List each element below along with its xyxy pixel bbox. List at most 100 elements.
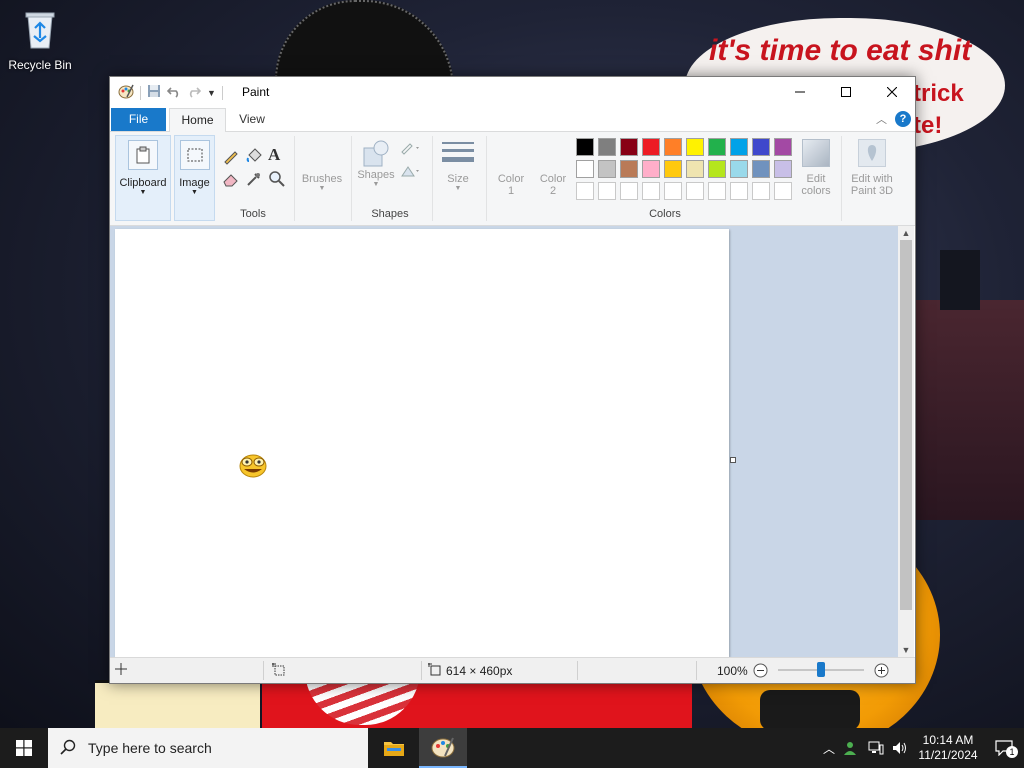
edit-with-paint3d-button[interactable]: Edit with Paint 3D	[846, 135, 898, 197]
palette-swatch[interactable]	[620, 138, 638, 156]
palette-swatch[interactable]	[752, 138, 770, 156]
windows-logo-icon	[16, 740, 32, 756]
pencil-tool[interactable]	[222, 147, 240, 165]
palette-swatch[interactable]	[774, 138, 792, 156]
shapes-button[interactable]: Shapes ▼	[356, 135, 396, 189]
palette-swatch[interactable]	[708, 160, 726, 178]
drawing-canvas[interactable]	[115, 229, 729, 657]
status-separator	[421, 661, 422, 680]
taskbar-file-explorer[interactable]	[370, 728, 418, 768]
brushes-label: Brushes	[301, 173, 343, 185]
tab-file[interactable]: File	[111, 108, 166, 131]
brushes-icon	[298, 135, 346, 173]
title-bar[interactable]: ▼ Paint	[110, 77, 915, 107]
zoom-out-icon[interactable]	[753, 663, 768, 681]
volume-icon[interactable]	[888, 741, 912, 755]
palette-swatch-empty[interactable]	[774, 182, 792, 200]
qat-separator	[140, 85, 141, 100]
help-icon[interactable]: ?	[895, 111, 911, 127]
palette-swatch[interactable]	[664, 138, 682, 156]
minimize-ribbon-icon[interactable]: ︿	[876, 111, 887, 127]
image-button[interactable]: Image ▼	[174, 135, 215, 221]
color2-swatch	[534, 135, 572, 173]
network-icon[interactable]	[864, 741, 888, 755]
zoom-in-icon[interactable]	[874, 663, 889, 681]
maximize-button[interactable]	[823, 77, 869, 107]
palette-swatch[interactable]	[598, 160, 616, 178]
color2-button[interactable]: Color 2	[534, 135, 572, 197]
magnifier-icon	[269, 171, 285, 187]
color1-button[interactable]: Color 1	[492, 135, 530, 197]
palette-swatch[interactable]	[752, 160, 770, 178]
scroll-up-icon[interactable]: ▲	[898, 226, 914, 240]
zoom-slider-thumb[interactable]	[817, 662, 825, 677]
paint-app-icon[interactable]	[118, 83, 134, 102]
palette-swatch-empty[interactable]	[664, 182, 682, 200]
taskbar-search-box[interactable]: Type here to search	[48, 728, 368, 768]
palette-swatch-empty[interactable]	[576, 182, 594, 200]
clipboard-button[interactable]: Clipboard ▼	[115, 135, 171, 221]
palette-swatch[interactable]	[686, 160, 704, 178]
save-icon[interactable]	[147, 84, 161, 101]
magnifier-tool[interactable]	[268, 170, 286, 188]
close-button[interactable]	[869, 77, 915, 107]
edit-colors-label-line2: colors	[801, 185, 831, 197]
palette-swatch-empty[interactable]	[620, 182, 638, 200]
palette-swatch[interactable]	[730, 160, 748, 178]
palette-swatch[interactable]	[576, 160, 594, 178]
scroll-down-icon[interactable]: ▼	[898, 643, 914, 657]
undo-icon[interactable]	[166, 84, 181, 101]
minimize-button[interactable]	[777, 77, 823, 107]
edit-colors-button[interactable]: Edit colors	[796, 135, 836, 197]
action-center-button[interactable]: 1	[984, 740, 1024, 758]
palette-swatch-empty[interactable]	[598, 182, 616, 200]
palette-swatch-empty[interactable]	[752, 182, 770, 200]
palette-swatch-empty[interactable]	[686, 182, 704, 200]
show-hidden-icons-icon[interactable]: ︿	[818, 740, 840, 757]
group-separator	[486, 136, 487, 221]
size-button[interactable]: Size ▼	[438, 135, 478, 193]
system-tray: ︿ 10:14 AM 11/21/2024 1	[818, 728, 1024, 768]
eraser-tool[interactable]	[222, 170, 240, 188]
palette-swatch[interactable]	[730, 138, 748, 156]
clock[interactable]: 10:14 AM 11/21/2024	[912, 733, 984, 763]
brushes-button[interactable]: Brushes ▼	[298, 135, 346, 193]
palette-swatch[interactable]	[774, 160, 792, 178]
palette-swatch[interactable]	[686, 138, 704, 156]
palette-swatch[interactable]	[576, 138, 594, 156]
palette-swatch[interactable]	[642, 138, 660, 156]
start-button[interactable]	[0, 728, 48, 768]
customize-qat-icon[interactable]: ▼	[207, 88, 216, 98]
color-picker-tool[interactable]	[245, 170, 263, 188]
scrollbar-thumb[interactable]	[900, 240, 912, 610]
text-icon: A	[268, 145, 281, 164]
palette-swatch[interactable]	[620, 160, 638, 178]
people-icon[interactable]	[840, 741, 864, 755]
ribbon-tabs: File Home View ︿ ?	[110, 108, 915, 132]
outline-button[interactable]	[400, 141, 422, 158]
redo-icon[interactable]	[187, 84, 202, 101]
ribbon: Clipboard ▼ Image ▼ A Tools Brushes ▼ Sh…	[110, 132, 915, 226]
palette-swatch[interactable]	[642, 160, 660, 178]
fill-tool[interactable]	[245, 147, 263, 165]
paint3d-icon	[858, 139, 886, 167]
palette-swatch-empty[interactable]	[642, 182, 660, 200]
fill-shape-button[interactable]	[400, 164, 422, 181]
zoom-slider[interactable]	[778, 662, 864, 677]
quick-access-toolbar: ▼	[118, 83, 223, 102]
size-dropdown-icon: ▼	[454, 185, 462, 192]
taskbar-paint[interactable]	[419, 728, 467, 768]
paint-window: ▼ Paint File Home View ︿ ? Clipboard ▼ I…	[109, 76, 916, 684]
text-tool[interactable]: A	[268, 145, 286, 165]
tab-home[interactable]: Home	[169, 108, 226, 132]
palette-swatch-empty[interactable]	[708, 182, 726, 200]
eraser-icon	[223, 174, 238, 187]
tab-view[interactable]: View	[227, 108, 277, 131]
palette-swatch[interactable]	[598, 138, 616, 156]
palette-swatch[interactable]	[664, 160, 682, 178]
vertical-scrollbar[interactable]: ▲ ▼	[898, 226, 914, 657]
canvas-resize-handle[interactable]	[730, 457, 736, 463]
palette-swatch[interactable]	[708, 138, 726, 156]
recycle-bin-shortcut[interactable]: Recycle Bin	[6, 8, 74, 72]
palette-swatch-empty[interactable]	[730, 182, 748, 200]
